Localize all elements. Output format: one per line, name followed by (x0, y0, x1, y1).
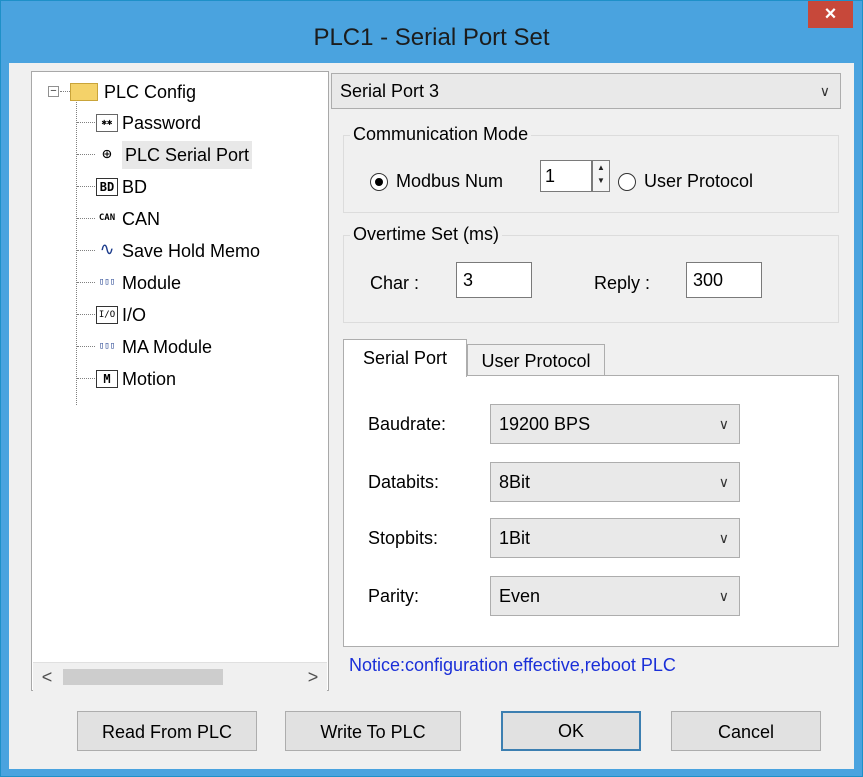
config-tree: − PLC Config ✱✱ Password ⊕ PLC Serial Port… (31, 71, 329, 691)
parity-label: Parity: (368, 586, 420, 606)
dialog-window: PLC1 - Serial Port Set × − PLC Config ✱✱… (0, 0, 863, 777)
window-title: PLC1 - Serial Port Set (313, 24, 550, 51)
baudrate-select-value: 19200 BPS (499, 414, 591, 434)
modbus-num-label: Modbus Num (396, 171, 504, 191)
tree-guide-line (60, 91, 70, 92)
tree-item-label: Module (122, 273, 182, 294)
stopbits-select-value: 1Bit (499, 528, 531, 548)
motion-icon: M (96, 370, 118, 389)
read-from-plc-button[interactable]: Read From PLC (77, 711, 257, 751)
databits-label: Databits: (368, 472, 440, 492)
parity-select-value: Even (499, 586, 541, 606)
chevron-down-icon: ∨ (718, 416, 729, 432)
serial-port-select[interactable]: Serial Port 3 ∨ (331, 73, 841, 109)
waveform-icon: ∿ (99, 239, 115, 261)
password-icon: ✱✱ (96, 114, 118, 133)
chevron-down-icon: ∨ (718, 588, 729, 604)
char-input[interactable]: 3 (456, 262, 532, 298)
reply-input[interactable]: 300 (686, 262, 762, 298)
folder-icon (70, 83, 98, 102)
tree-item-label: CAN (122, 209, 161, 230)
communication-mode-group: Communication Mode Modbus Num 1 ▲ ▼ User … (343, 124, 839, 213)
scroll-left-icon[interactable]: < (33, 663, 61, 691)
tree-guide-line (77, 282, 95, 283)
tree-item-label: Password (122, 113, 202, 134)
cancel-button[interactable]: Cancel (671, 711, 821, 751)
user-protocol-radio[interactable] (618, 173, 636, 191)
title-bar[interactable]: PLC1 - Serial Port Set × (1, 1, 862, 63)
tree-item-label: PLC Config (104, 82, 197, 103)
ok-button[interactable]: OK (501, 711, 641, 751)
tree-guide-line (77, 154, 95, 155)
tree-item-label: BD (122, 177, 148, 198)
parity-select[interactable]: Even ∨ (490, 576, 740, 616)
bd-icon: BD (96, 178, 118, 197)
tree-guide-line (77, 122, 95, 123)
tab-user-protocol[interactable]: User Protocol (467, 344, 605, 376)
modbus-num-input[interactable]: 1 (540, 160, 592, 192)
tree-item-can[interactable]: CAN CAN (96, 204, 160, 232)
tree-guide-line (77, 378, 95, 379)
tree-guide-line (77, 314, 95, 315)
serial-port-select-value: Serial Port 3 (340, 81, 440, 101)
tree-guide-line (77, 250, 95, 251)
tab-serial-port[interactable]: Serial Port (343, 339, 467, 377)
close-button[interactable]: × (808, 1, 853, 28)
tree-item-plc-serial-port[interactable]: ⊕ PLC Serial Port (96, 140, 253, 170)
collapse-expander[interactable]: − (48, 86, 59, 97)
tree-item-plc-config[interactable]: PLC Config (70, 77, 196, 105)
tree-item-password[interactable]: ✱✱ Password (96, 108, 201, 136)
tree-item-module[interactable]: ▯▯▯ Module (96, 268, 181, 296)
baudrate-label: Baudrate: (368, 414, 447, 434)
tree-item-save-hold-memo[interactable]: ∿ Save Hold Memo (96, 236, 260, 264)
chevron-down-icon: ∨ (718, 530, 729, 546)
scroll-right-icon[interactable]: > (299, 663, 327, 691)
serial-port-icon: ⊕ (102, 144, 112, 164)
tree-item-label: Motion (122, 369, 177, 390)
tree-item-ma-module[interactable]: ▯▯▯ MA Module (96, 332, 212, 360)
write-to-plc-button[interactable]: Write To PLC (285, 711, 461, 751)
overtime-set-title: Overtime Set (ms) (350, 224, 503, 245)
tree-item-label: I/O (122, 305, 147, 326)
modbus-num-stepper[interactable]: ▲ ▼ (592, 160, 610, 192)
tree-guide-line (77, 186, 95, 187)
overtime-set-group: Overtime Set (ms) Char : 3 Reply : 300 (343, 224, 839, 323)
databits-select[interactable]: 8Bit ∨ (490, 462, 740, 502)
tree-item-motion[interactable]: M Motion (96, 364, 176, 392)
chevron-down-icon: ∨ (819, 83, 830, 99)
tree-guide-line (77, 346, 95, 347)
tree-item-label: Save Hold Memo (122, 241, 261, 262)
stopbits-label: Stopbits: (368, 528, 439, 548)
stopbits-select[interactable]: 1Bit ∨ (490, 518, 740, 558)
module-icon: ▯▯▯ (98, 277, 116, 288)
char-label: Char : (370, 273, 420, 293)
serial-port-tab-panel: Baudrate: 19200 BPS ∨ Databits: 8Bit ∨ S… (343, 375, 839, 647)
tree-item-label: MA Module (122, 337, 213, 358)
tree-item-label: PLC Serial Port (122, 141, 253, 170)
scrollbar-thumb[interactable] (63, 669, 223, 685)
communication-mode-title: Communication Mode (350, 124, 532, 145)
baudrate-select[interactable]: 19200 BPS ∨ (490, 404, 740, 444)
ma-module-icon: ▯▯▯ (98, 341, 116, 352)
notice-text: Notice:configuration effective,reboot PL… (349, 655, 676, 675)
horizontal-scrollbar[interactable]: < > (33, 662, 327, 691)
user-protocol-label: User Protocol (644, 171, 754, 191)
tree-guide-line (77, 218, 95, 219)
io-icon: I/O (96, 306, 118, 325)
tree-item-bd[interactable]: BD BD (96, 172, 147, 200)
tree-item-io[interactable]: I/O I/O (96, 300, 146, 328)
chevron-down-icon: ∨ (718, 474, 729, 490)
reply-label: Reply : (594, 273, 651, 293)
tree-guide-line (76, 102, 77, 405)
dialog-body: − PLC Config ✱✱ Password ⊕ PLC Serial Port… (9, 63, 854, 769)
databits-select-value: 8Bit (499, 472, 531, 492)
can-icon: CAN (98, 213, 116, 224)
modbus-num-radio[interactable] (370, 173, 388, 191)
